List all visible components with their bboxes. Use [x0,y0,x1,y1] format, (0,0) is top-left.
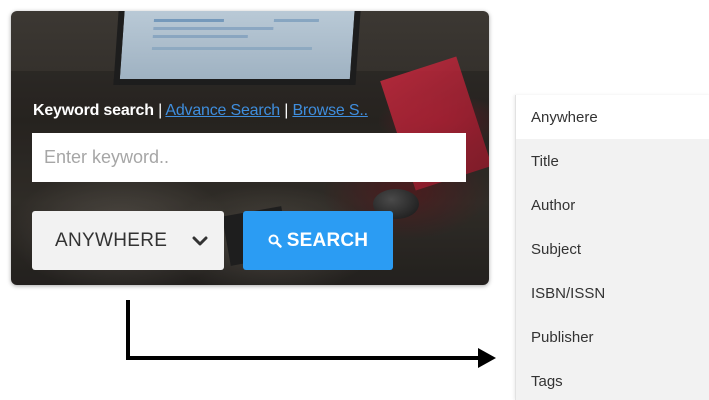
scope-select[interactable]: ANYWHERE [32,211,224,270]
option-subject[interactable]: Subject [516,227,709,271]
option-title[interactable]: Title [516,139,709,183]
scope-select-value: ANYWHERE [55,229,168,251]
scope-options-list: Anywhere Title Author Subject ISBN/ISSN … [515,95,709,400]
advance-search-link[interactable]: Advance Search [165,102,280,119]
search-button-label: SEARCH [286,229,369,251]
option-isbn-issn[interactable]: ISBN/ISSN [516,271,709,315]
chevron-down-icon [192,236,208,246]
option-tags[interactable]: Tags [516,359,709,400]
browse-search-link[interactable]: Browse S.. [292,102,368,119]
option-publisher[interactable]: Publisher [516,315,709,359]
option-author[interactable]: Author [516,183,709,227]
search-mode-links: Keyword search | Advance Search | Browse… [33,102,368,120]
search-button[interactable]: SEARCH [243,211,393,270]
photo-monitor [113,11,361,85]
keyword-input[interactable] [32,133,466,182]
search-panel: Keyword search | Advance Search | Browse… [11,11,489,285]
search-icon [268,234,282,248]
option-anywhere[interactable]: Anywhere [516,95,709,139]
page: Keyword search | Advance Search | Browse… [0,0,709,400]
keyword-search-link[interactable]: Keyword search [33,102,154,119]
